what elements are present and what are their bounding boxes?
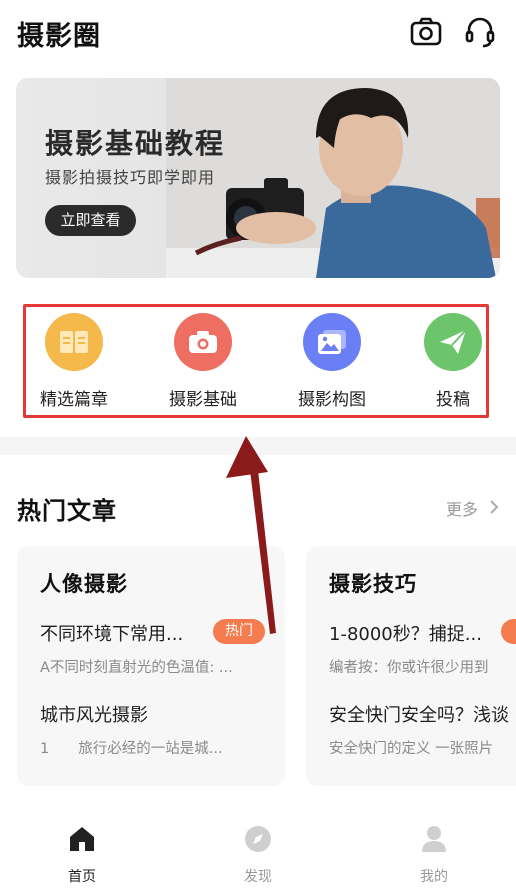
banner-title: 摄影基础教程 — [45, 127, 226, 160]
article-title[interactable]: 安全快门安全吗？浅谈 — [329, 701, 516, 727]
headset-icon[interactable] — [462, 14, 498, 50]
top-bar: 摄影圈 — [0, 0, 516, 66]
tab-label: 发现 — [244, 869, 272, 885]
card-title: 人像摄影 — [40, 572, 128, 596]
article-card-portrait[interactable]: 人像摄影 不同环境下常用... 热门 A不同时刻直射光的色温值: ... 城市风… — [17, 546, 285, 786]
tab-label: 我的 — [420, 869, 448, 885]
hot-badge: 热 — [501, 619, 516, 644]
quick-actions-highlight: 精选篇章 摄影基础 摄影构图 投稿 — [23, 304, 489, 418]
compass-icon — [245, 826, 271, 852]
book-icon — [45, 313, 103, 371]
quick-action-label: 摄影基础 — [169, 390, 237, 410]
send-icon — [424, 313, 482, 371]
hot-badge: 热门 — [213, 619, 265, 644]
quick-action-submit[interactable]: 投稿 — [398, 313, 508, 413]
tab-label: 首页 — [68, 869, 96, 885]
banner-subtitle: 摄影拍摄技巧即学即用 — [45, 168, 216, 187]
camera-icon — [174, 313, 232, 371]
image-icon — [303, 313, 361, 371]
quick-action-composition[interactable]: 摄影构图 — [277, 313, 387, 413]
more-link[interactable]: 更多 — [446, 496, 478, 520]
article-title[interactable]: 不同环境下常用... — [40, 620, 200, 646]
article-desc: 安全快门的定义 一张照片 — [329, 741, 494, 757]
quick-action-label: 精选篇章 — [40, 390, 108, 410]
quick-action-basics[interactable]: 摄影基础 — [148, 313, 258, 413]
tab-home[interactable]: 首页 — [42, 824, 122, 886]
section-divider — [0, 437, 516, 455]
bottom-tab-bar: 首页 发现 我的 — [0, 812, 516, 891]
card-title: 摄影技巧 — [329, 572, 417, 596]
chevron-right-icon[interactable] — [488, 499, 500, 515]
article-desc: A不同时刻直射光的色温值: ... — [40, 660, 233, 676]
tab-discover[interactable]: 发现 — [218, 824, 298, 886]
home-icon — [70, 827, 94, 851]
user-icon — [422, 826, 446, 852]
tab-profile[interactable]: 我的 — [394, 824, 474, 886]
photographer-image — [166, 78, 500, 278]
article-desc: 1 旅行必经的一站是城... — [40, 741, 223, 757]
quick-action-featured[interactable]: 精选篇章 — [19, 313, 129, 413]
promo-banner[interactable]: 摄影基础教程 摄影拍摄技巧即学即用 立即查看 — [16, 78, 500, 278]
article-title[interactable]: 1-8000秒？捕捉... — [329, 620, 489, 646]
article-desc: 编者按：你或许很少用到 — [329, 660, 489, 676]
app-title: 摄影圈 — [17, 21, 101, 52]
hot-articles-title: 热门文章 — [17, 497, 117, 525]
quick-action-label: 摄影构图 — [298, 390, 366, 410]
quick-action-label: 投稿 — [436, 390, 470, 410]
article-title[interactable]: 城市风光摄影 — [40, 701, 270, 727]
view-now-button[interactable]: 立即查看 — [45, 205, 136, 236]
article-card-technique[interactable]: 摄影技巧 1-8000秒？捕捉... 热 编者按：你或许很少用到 安全快门安全吗… — [306, 546, 516, 786]
camera-icon[interactable] — [408, 14, 444, 50]
